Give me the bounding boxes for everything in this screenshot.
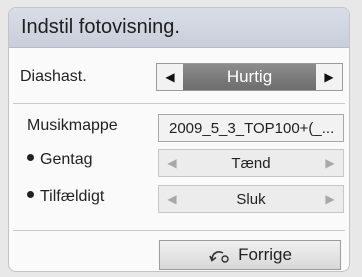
back-arrow-icon [209, 251, 229, 263]
shuffle-bullet-icon [27, 191, 34, 199]
repeat-label: Gentag [27, 151, 92, 169]
back-button-label: Forrige [238, 245, 292, 264]
slide-speed-selector[interactable]: ◀ Hurtig ▶ [156, 63, 343, 91]
dialog-title-bar: Indstil fotovisning. [9, 8, 349, 48]
slide-speed-left-arrow-icon[interactable]: ◀ [157, 64, 183, 90]
music-folder-field[interactable]: 2009_5_3_TOP100+(_... [158, 114, 344, 142]
photo-settings-dialog: Indstil fotovisning. Diashast. ◀ Hurtig … [8, 7, 350, 272]
shuffle-right-arrow-icon[interactable]: ▶ [317, 186, 343, 212]
shuffle-label-text: Tilfældigt [40, 188, 105, 205]
shuffle-value: Sluk [236, 190, 266, 208]
section-divider-bottom [13, 230, 345, 231]
shuffle-label: Tilfældigt [27, 188, 104, 206]
back-button[interactable]: Forrige [159, 240, 341, 270]
shuffle-selector[interactable]: ◀ Sluk ▶ [158, 185, 344, 213]
repeat-bullet-icon [27, 154, 34, 162]
repeat-right-arrow-icon[interactable]: ▶ [317, 150, 343, 176]
repeat-selector[interactable]: ◀ Tænd ▶ [158, 149, 344, 177]
repeat-left-arrow-icon[interactable]: ◀ [159, 150, 185, 176]
repeat-value: Tænd [231, 154, 271, 172]
dialog-title: Indstil fotovisning. [21, 16, 180, 38]
slide-speed-value: Hurtig [183, 64, 316, 90]
shuffle-left-arrow-icon[interactable]: ◀ [159, 186, 185, 212]
slide-speed-right-arrow-icon[interactable]: ▶ [316, 64, 342, 90]
slide-speed-label: Diashast. [20, 68, 87, 85]
section-divider-top [13, 103, 345, 104]
repeat-label-text: Gentag [40, 151, 93, 168]
music-folder-label: Musikmappe [27, 117, 118, 134]
